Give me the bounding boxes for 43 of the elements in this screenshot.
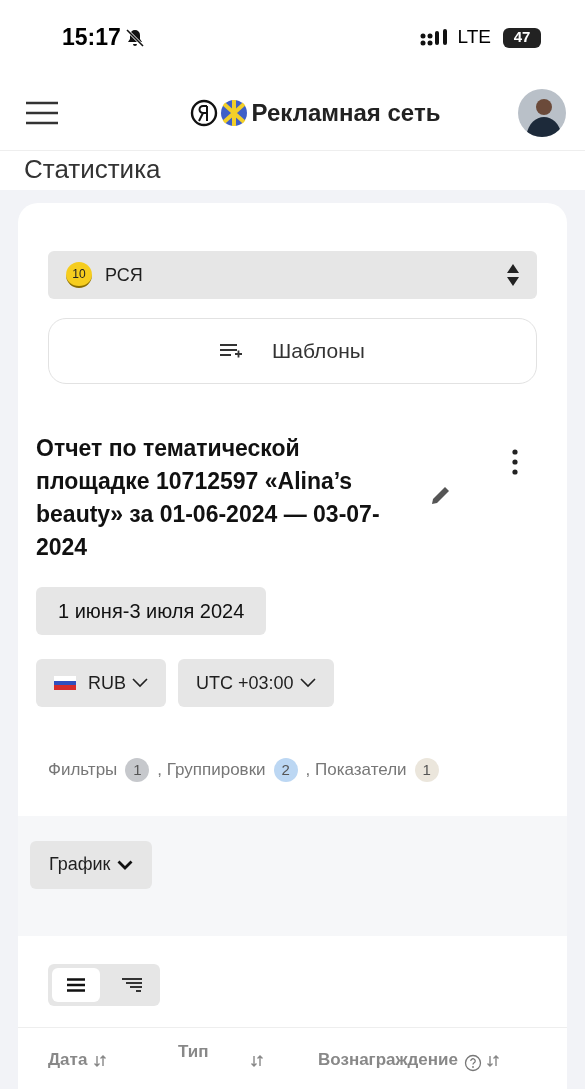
signal-icon	[419, 28, 450, 47]
column-header: Вознаграждение	[318, 1048, 458, 1070]
app-title: Рекламная сеть	[251, 97, 441, 128]
count-badge: 1	[125, 757, 150, 782]
help-icon[interactable]	[464, 1053, 482, 1072]
chart-toggle-button[interactable]: График	[30, 840, 152, 889]
battery-indicator: 47	[503, 27, 541, 48]
templates-button[interactable]: Шаблоны	[48, 318, 537, 384]
flag-icon	[54, 676, 76, 690]
setting-label[interactable]: , Показатели	[305, 757, 407, 783]
chevron-down-icon	[299, 678, 316, 688]
clock-time: 15:17	[62, 23, 121, 53]
bell-off-icon	[124, 27, 145, 48]
date-range-button[interactable]: 1 июня-3 июля 2024	[36, 587, 267, 635]
chevron-down-icon	[116, 859, 133, 870]
avatar[interactable]	[518, 88, 566, 137]
network-type: LTE	[457, 25, 491, 50]
timezone-dropdown[interactable]: UTC +03:00	[178, 659, 334, 707]
sort-arrows-icon	[507, 264, 519, 286]
list-icon	[67, 977, 85, 992]
sort-icon[interactable]	[486, 1053, 500, 1068]
sort-icon[interactable]	[93, 1053, 108, 1068]
more-icon[interactable]	[512, 449, 518, 475]
setting-label[interactable]: Фильтры	[48, 757, 118, 783]
count-badge: 2	[273, 757, 298, 782]
page-title: Статистика	[24, 153, 161, 185]
column-header: Тип	[178, 1041, 210, 1062]
setting-label[interactable]: , Группировки	[157, 757, 266, 783]
currency-dropdown[interactable]: RUB	[36, 659, 166, 707]
source-value: РСЯ	[105, 263, 143, 287]
view-mode-button[interactable]	[52, 967, 100, 1002]
source-select[interactable]: 10 РСЯ	[48, 251, 537, 299]
report-title: Отчет по тематической площадке 10712597 «Alina’s beauty» за 01-06-2024 — 03-07-2024	[36, 434, 381, 562]
source-badge: 10	[66, 262, 92, 288]
chevron-down-icon	[132, 678, 148, 688]
menu-icon[interactable]	[26, 100, 58, 125]
sort-icon[interactable]	[250, 1053, 264, 1068]
playlist-add-icon	[220, 343, 243, 359]
tree-list-icon	[122, 977, 142, 992]
column-header: Дата	[48, 1048, 88, 1070]
logo-icon	[189, 97, 248, 128]
count-badge: 1	[414, 757, 439, 782]
edit-icon[interactable]	[430, 484, 452, 506]
